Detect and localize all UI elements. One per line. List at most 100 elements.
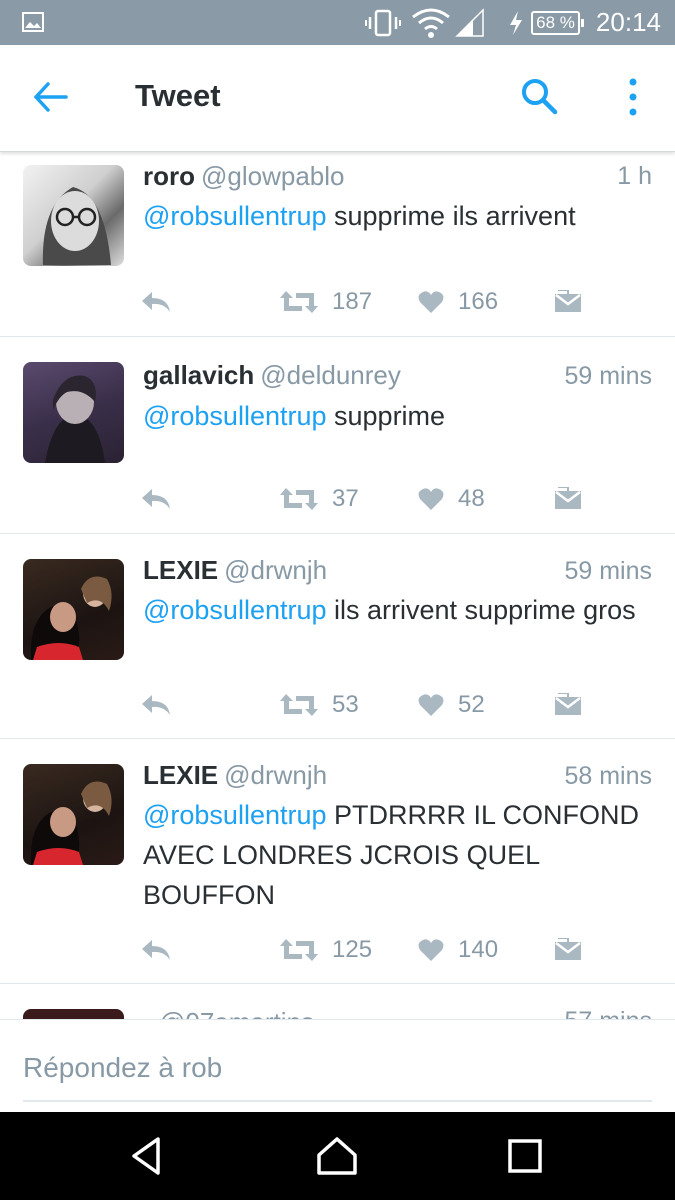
avatar[interactable] [23,764,124,865]
retweet-button[interactable]: 37 [280,481,359,517]
tweet-body: supprime [326,401,446,431]
nav-home-icon[interactable] [314,1133,360,1179]
wifi-icon [412,8,451,38]
tweet-item[interactable]: LEXIE @drwnjh 58 mins @robsullentrup PTDR… [0,738,675,984]
tweet-text: @robsullentrup PTDRRRR IL CONFOND AVEC L… [143,795,643,915]
mention-link[interactable]: @robsullentrup [143,800,327,830]
dm-button[interactable] [554,932,582,968]
direct-message-icon [555,487,581,509]
tweet-text: @robsullentrup supprime ils arrivent [143,196,643,236]
tweet-item[interactable]: LEXIE @drwnjh 59 mins @robsullentrup ils … [0,533,675,739]
retweet-icon [280,291,318,313]
like-button[interactable]: 52 [418,687,485,723]
tweet-text: @robsullentrup ils arrivent supprime gro… [143,590,643,630]
author-name[interactable]: LEXIE [143,555,218,585]
reply-button[interactable] [140,481,172,517]
charging-icon [510,10,523,35]
tweet-actions: 37 48 [0,481,675,517]
gallery-icon [22,12,44,32]
retweet-count: 53 [332,691,359,718]
heart-icon [418,694,444,716]
system-nav-bar [0,1111,675,1200]
like-count: 166 [458,288,499,315]
search-icon[interactable] [518,75,560,117]
author-handle[interactable]: @deldunrey [260,360,401,390]
arrow-left-icon[interactable] [30,77,70,117]
battery-level: 68 % [531,10,580,35]
reply-icon [142,940,170,960]
tweet-time: 59 mins [564,557,652,585]
retweet-button[interactable]: 187 [280,284,372,320]
tweet-actions: 187 166 [0,284,675,320]
author-name[interactable]: LEXIE [143,760,218,790]
like-count: 140 [458,936,499,963]
status-bar: 68 % 20:14 [0,0,675,45]
heart-icon [418,939,444,961]
retweet-icon [280,488,318,510]
author-handle[interactable]: @drwnjh [224,760,327,790]
like-count: 48 [458,485,485,512]
heart-icon [418,291,444,313]
direct-message-icon [555,290,581,312]
tweet-body: ils arrivent supprime gros [326,595,636,625]
reply-icon [142,489,170,509]
tweet-actions: 53 52 [0,687,675,723]
page-title: Tweet [135,78,221,113]
tweet-time: 1 h [617,162,652,190]
reply-icon [142,292,170,312]
direct-message-icon [555,938,581,960]
avatar[interactable] [23,1009,124,1019]
tweet-text: @robsullentrup supprime [143,396,643,436]
reply-icon [142,695,170,715]
author-handle[interactable]: @drwnjh [224,555,327,585]
mention-link[interactable]: @robsullentrup [143,595,327,625]
tweet-item[interactable]: @07amartins 57 mins [0,983,675,1019]
avatar[interactable] [23,362,124,463]
reply-button[interactable] [140,284,172,320]
app-bar: Tweet [0,45,675,152]
author-handle[interactable]: @07amartins [159,1007,314,1019]
input-underline [23,1100,652,1102]
avatar[interactable] [23,165,124,266]
heart-icon [418,488,444,510]
reply-input[interactable]: Répondez à rob [23,1052,222,1084]
tweet-time: 57 mins [564,1007,652,1019]
tweet-actions: 125 140 [0,932,675,968]
mention-link[interactable]: @robsullentrup [143,201,327,231]
author-handle[interactable]: @glowpablo [201,161,344,191]
retweet-icon [280,939,318,961]
dm-button[interactable] [554,284,582,320]
author-name[interactable]: gallavich [143,360,254,390]
clock: 20:14 [595,7,661,37]
like-count: 52 [458,691,485,718]
nav-back-icon[interactable] [126,1133,172,1179]
like-button[interactable]: 48 [418,481,485,517]
retweet-count: 187 [332,288,373,315]
tweet-body: supprime ils arrivent [326,201,576,231]
tweet-item[interactable]: roro @glowpablo 1 h @robsullentrup suppri… [0,151,675,337]
dm-button[interactable] [554,687,582,723]
retweet-count: 125 [332,936,373,963]
replies-feed: roro @glowpablo 1 h @robsullentrup suppri… [0,151,675,1019]
retweet-button[interactable]: 125 [280,932,372,968]
reply-button[interactable] [140,932,172,968]
author-name[interactable]: roro [143,161,195,191]
retweet-icon [280,694,318,716]
tweet-time: 59 mins [564,362,652,390]
nav-recents-icon[interactable] [502,1133,548,1179]
vibrate-icon [365,9,402,36]
dm-button[interactable] [554,481,582,517]
like-button[interactable]: 166 [418,284,498,320]
retweet-button[interactable]: 53 [280,687,359,723]
direct-message-icon [555,693,581,715]
tweet-time: 58 mins [564,762,652,790]
more-vertical-icon[interactable] [620,75,646,119]
signal-icon [455,7,484,37]
mention-link[interactable]: @robsullentrup [143,401,327,431]
like-button[interactable]: 140 [418,932,498,968]
reply-button[interactable] [140,687,172,723]
avatar[interactable] [23,559,124,660]
battery-indicator: 68 % [531,10,584,35]
tweet-item[interactable]: gallavich @deldunrey 59 mins @robsullentr… [0,336,675,534]
reply-composer[interactable]: Répondez à rob [0,1019,675,1112]
